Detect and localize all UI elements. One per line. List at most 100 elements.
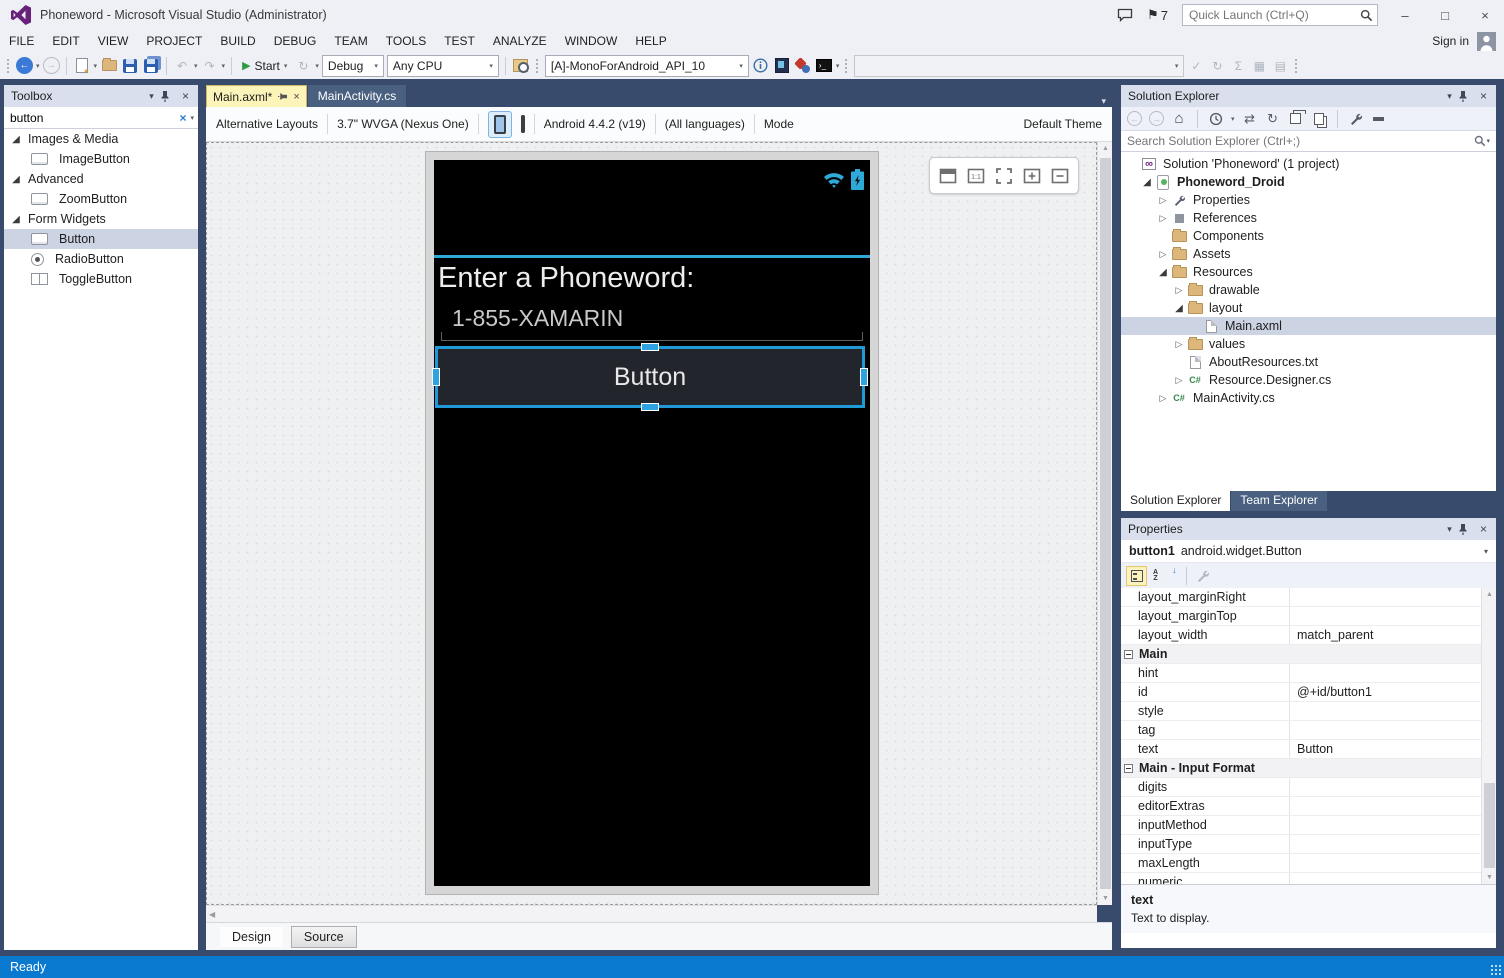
selected-widget-outline[interactable]: Button <box>432 343 868 411</box>
close-button[interactable]: × <box>1472 8 1498 23</box>
menu-build[interactable]: BUILD <box>211 30 264 52</box>
tree-item-resource-designer[interactable]: ▷ C# Resource.Designer.cs <box>1121 371 1496 389</box>
property-row[interactable]: inputType <box>1121 835 1496 854</box>
scrollbar-thumb[interactable] <box>1100 158 1111 889</box>
resize-grip[interactable] <box>1490 964 1502 976</box>
tree-item-assets[interactable]: ▷ Assets <box>1121 245 1496 263</box>
scroll-up-icon[interactable]: ▲ <box>1482 591 1496 598</box>
collapsed-icon[interactable]: ▷ <box>1157 249 1169 260</box>
designer-objects-button[interactable] <box>794 57 812 75</box>
scroll-down-icon[interactable]: ▼ <box>1098 895 1113 902</box>
expanded-icon[interactable]: ◢ <box>1173 303 1185 314</box>
expanded-icon[interactable]: ◢ <box>10 134 22 145</box>
solution-configuration-select[interactable]: Debug ▾ <box>321 54 384 77</box>
selected-object-selector[interactable]: button1 android.widget.Button ▾ <box>1121 540 1496 563</box>
solution-search-input[interactable] <box>1127 134 1475 148</box>
resize-handle-top[interactable] <box>641 343 659 351</box>
property-pages-button[interactable] <box>1196 569 1209 582</box>
tree-item-mainactivity[interactable]: ▷ C# MainActivity.cs <box>1121 389 1496 407</box>
menu-edit[interactable]: EDIT <box>43 30 88 52</box>
pending-changes-filter-button[interactable] <box>1208 111 1224 127</box>
toolbox-item-button[interactable]: Button <box>4 229 198 249</box>
horizontal-scrollbar[interactable]: ◀ <box>206 905 1097 922</box>
tree-item-values[interactable]: ▷ values <box>1121 335 1496 353</box>
window-position-icon[interactable]: ▾ <box>143 91 160 102</box>
tree-item-solution[interactable]: ∞ Solution 'Phoneword' (1 project) <box>1121 155 1496 173</box>
clear-search-icon[interactable]: × <box>175 111 190 125</box>
console-button[interactable]: ›_ <box>815 57 833 75</box>
open-file-button[interactable] <box>100 57 118 75</box>
pin-icon[interactable] <box>1458 90 1475 102</box>
close-icon[interactable]: × <box>177 89 194 103</box>
forward-button[interactable]: → <box>1149 111 1164 126</box>
tree-item-components[interactable]: Components <box>1121 227 1496 245</box>
undo-button[interactable]: ↶ <box>173 57 191 75</box>
tab-mainactivity-cs[interactable]: MainActivity.cs <box>307 85 407 107</box>
language-selector[interactable]: (All languages) <box>665 117 745 131</box>
toolbox-item-togglebutton[interactable]: ToggleButton <box>4 269 198 289</box>
phone-preview[interactable]: Enter a Phoneword: 1-855-XAMARIN Button <box>426 152 878 894</box>
toolbar-grip[interactable] <box>6 57 11 74</box>
tree-item-properties[interactable]: ▷ Properties <box>1121 191 1496 209</box>
actual-size-button[interactable]: 1:1 <box>966 166 986 186</box>
scroll-down-icon[interactable]: ▼ <box>1482 874 1496 881</box>
toolbar-grip[interactable] <box>534 57 540 74</box>
resize-handle-right[interactable] <box>860 368 868 386</box>
theme-selector[interactable]: Default Theme <box>1024 117 1103 131</box>
scroll-left-icon[interactable]: ◀ <box>206 910 215 919</box>
solution-search-box[interactable]: ▾ <box>1121 131 1496 152</box>
search-icon[interactable] <box>1360 9 1373 22</box>
vertical-scrollbar[interactable]: ▲ ▼ <box>1097 142 1112 905</box>
window-position-icon[interactable]: ▾ <box>1441 91 1458 102</box>
notifications-flag[interactable]: ⚑ 7 <box>1147 7 1168 23</box>
categorized-view-button[interactable] <box>1126 565 1147 586</box>
solution-platform-select[interactable]: Any CPU ▾ <box>386 54 499 77</box>
menu-project[interactable]: PROJECT <box>137 30 211 52</box>
tree-item-aboutresources[interactable]: AboutResources.txt <box>1121 353 1496 371</box>
undo-dropdown-icon[interactable]: ▾ <box>194 62 198 70</box>
close-icon[interactable]: × <box>1475 89 1492 103</box>
collapse-icon[interactable] <box>1124 763 1133 773</box>
chevron-down-icon[interactable]: ▾ <box>1486 137 1490 145</box>
zoom-in-button[interactable] <box>1022 166 1042 186</box>
menu-team[interactable]: TEAM <box>325 30 376 52</box>
phone-edittext-value[interactable]: 1-855-XAMARIN <box>452 305 623 332</box>
android-button[interactable]: Button <box>438 349 862 405</box>
design-canvas[interactable]: Enter a Phoneword: 1-855-XAMARIN Button … <box>206 142 1097 905</box>
property-row[interactable]: numeric <box>1121 873 1496 884</box>
tree-item-layout[interactable]: ◢ layout <box>1121 299 1496 317</box>
sync-with-active-document-icon[interactable]: ⇄ <box>1242 111 1258 127</box>
property-row[interactable]: text Button <box>1121 740 1496 759</box>
home-icon[interactable]: ⌂ <box>1171 110 1187 127</box>
collapsed-icon[interactable]: ▷ <box>1173 285 1185 296</box>
toolbox-group-images-media[interactable]: ◢ Images & Media <box>4 129 198 149</box>
window-position-icon[interactable]: ▾ <box>1441 524 1458 535</box>
scroll-up-icon[interactable]: ▲ <box>1098 145 1113 152</box>
user-avatar-icon[interactable] <box>1477 31 1496 51</box>
tree-item-resources[interactable]: ◢ Resources <box>1121 263 1496 281</box>
save-button[interactable] <box>121 57 139 75</box>
navigate-back-dropdown-icon[interactable]: ▾ <box>36 62 40 70</box>
collapsed-icon[interactable]: ▷ <box>1157 195 1169 206</box>
device-log-button[interactable] <box>773 57 791 75</box>
menu-test[interactable]: TEST <box>435 30 484 52</box>
menu-tools[interactable]: TOOLS <box>377 30 435 52</box>
toolbar-overflow-icon[interactable]: ▾ <box>836 62 840 70</box>
device-selector[interactable]: 3.7" WVGA (Nexus One) <box>337 117 469 131</box>
toolbox-search-box[interactable]: × ▾ <box>4 107 198 129</box>
property-row[interactable]: inputMethod <box>1121 816 1496 835</box>
tree-item-main-axml[interactable]: Main.axml <box>1121 317 1496 335</box>
save-all-button[interactable] <box>142 57 160 75</box>
collapsed-icon[interactable]: ▷ <box>1173 375 1185 386</box>
property-row[interactable]: layout_width match_parent <box>1121 626 1496 645</box>
collapsed-icon[interactable]: ▷ <box>1173 339 1185 350</box>
navigate-forward-button[interactable]: → <box>42 57 60 74</box>
show-all-files-button[interactable] <box>1311 111 1327 127</box>
tab-solution-explorer[interactable]: Solution Explorer <box>1121 491 1231 511</box>
collapse-all-button[interactable] <box>1288 110 1307 127</box>
tree-item-project[interactable]: ◢ Phoneword_Droid <box>1121 173 1496 191</box>
toolbar-grip[interactable] <box>1294 57 1300 74</box>
new-project-button[interactable] <box>73 57 91 76</box>
tab-main-axml[interactable]: Main.axml* × <box>206 85 307 107</box>
property-row[interactable]: maxLength <box>1121 854 1496 873</box>
